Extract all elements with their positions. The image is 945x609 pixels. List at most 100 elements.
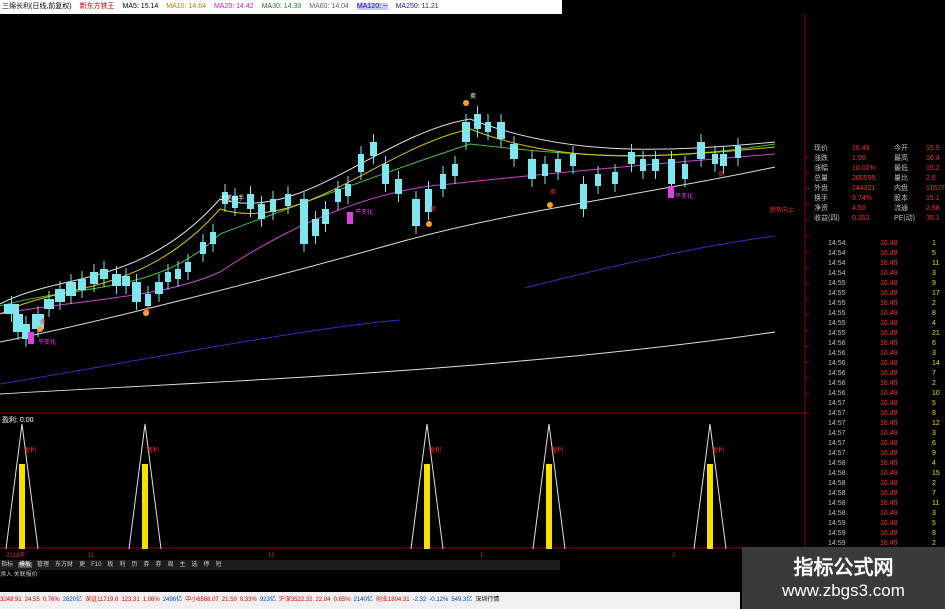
ma-legend-bar: 三绵长利(日线,前复权) 新东方铁王 MA5: 15.14 MA10: 14.6… (0, 0, 562, 14)
tick-cell: 3 (932, 430, 936, 437)
bottom-tab[interactable]: 利 (118, 562, 126, 568)
tick-cell: 16.49 (880, 470, 898, 477)
quote-cell: 外盘 (814, 185, 828, 192)
quote-cell: 15.9 (926, 145, 940, 152)
tick-row: 14:55 16.49 9 (810, 279, 945, 289)
bottom-tab[interactable]: 选 (191, 562, 199, 568)
quote-cell: 11627 (926, 185, 945, 192)
tick-row: 14:55 16.49 2 (810, 299, 945, 309)
candle-body (322, 209, 329, 224)
tick-cell: 14:54 (828, 260, 846, 267)
kline-chart[interactable]: 大笔出手平变化平变化平变化卖卖卖卖卖卖趋势向上 14.5014.0013.751… (0, 14, 810, 560)
candle-body (78, 279, 86, 290)
date-axis-label: 1 (480, 553, 484, 559)
status-item: -0.12% (429, 597, 449, 603)
bottom-tab[interactable]: 历 (130, 562, 138, 568)
chart-signal-label: 大笔出手 (220, 194, 244, 202)
bottom-tab[interactable]: 板 (106, 562, 114, 568)
signal-markers: 大笔出手平变化平变化平变化卖卖卖卖卖卖趋势向上 (28, 93, 794, 346)
bottom-tab[interactable]: F10 (90, 562, 102, 568)
status-item: 深圳行情 (475, 597, 500, 603)
candle-body (210, 232, 216, 244)
tick-cell: 16.49 (880, 410, 898, 417)
tick-cell: 6 (932, 340, 936, 347)
candle-body (682, 164, 688, 179)
indicator-name[interactable]: 新东方铁王 (80, 3, 115, 10)
ma-long-line (0, 331, 776, 395)
tick-cell: 16.49 (880, 520, 898, 527)
candle-body (652, 159, 659, 171)
candle-body (165, 272, 171, 282)
add-row[interactable]: 添入 关联报价 (0, 570, 560, 580)
candle-body (312, 219, 319, 236)
tick-row: 14:57 16.49 6 (810, 439, 945, 449)
candle-body (258, 204, 265, 219)
candle-body (66, 282, 76, 296)
status-item: 2140亿 (353, 597, 373, 603)
tick-row: 14:58 16.49 7 (810, 489, 945, 499)
quote-row: 换手 9.74% 股本 15.1 (810, 194, 945, 204)
tick-row: 14:57 16.49 12 (810, 419, 945, 429)
quote-cell: 流通 (894, 205, 908, 212)
tick-cell: 14:58 (828, 510, 846, 517)
tick-cell: 14 (932, 360, 940, 367)
tick-cell: 14:57 (828, 440, 846, 447)
candle-body (185, 262, 191, 272)
candle-body (247, 194, 254, 209)
date-axis-label: 12 (268, 553, 275, 559)
tick-row: 14:54 16.49 11 (810, 259, 945, 269)
tick-cell: 14:58 (828, 490, 846, 497)
tick-cell: 7 (932, 370, 936, 377)
tick-cell: 3 (932, 350, 936, 357)
bottom-tab[interactable]: 指标 (0, 562, 14, 568)
tick-cell: 5 (932, 250, 936, 257)
date-axis-label: 2018年 (6, 551, 25, 559)
quote-cell: 最高 (894, 155, 908, 162)
signal-dot (426, 221, 432, 227)
tick-cell: 14:54 (828, 270, 846, 277)
quote-cell: 10.01% (852, 165, 876, 172)
stock-name[interactable]: 三绵长利(日线,前复权) (2, 3, 72, 10)
bottom-tab[interactable]: 东方财 (54, 562, 74, 568)
tick-cell: 14:56 (828, 350, 846, 357)
candle-body (395, 179, 402, 194)
quote-cell: 35.1 (926, 215, 940, 222)
tick-cell: 14:55 (828, 290, 846, 297)
indicator-peak-label: 盈利 (429, 446, 441, 454)
tick-cell: 7 (932, 490, 936, 497)
candle-body (440, 174, 446, 189)
tick-cell: 3 (932, 270, 936, 277)
status-item: 中小6568.07 (185, 597, 219, 603)
bottom-tab[interactable]: 券 (154, 562, 162, 568)
tick-cell: 14:56 (828, 340, 846, 347)
tick-cell: 14:57 (828, 400, 846, 407)
candle-body (370, 142, 377, 156)
watermark-logo: 指标公式网 www.zbgs3.com (742, 547, 945, 609)
bottom-tab[interactable]: 周 (167, 562, 175, 568)
indicator-peak-bar (142, 464, 148, 549)
chart-signal-label: 卖 (430, 206, 436, 213)
quote-cell: 最低 (894, 165, 908, 172)
tick-cell: 14:59 (828, 520, 846, 527)
tick-cell: 16.49 (880, 300, 898, 307)
bottom-tab[interactable]: 券 (142, 562, 150, 568)
candle-body (612, 172, 618, 184)
quote-cell: 16.49 (852, 145, 870, 152)
bottom-tab[interactable]: 停 (203, 562, 211, 568)
bottom-tab[interactable]: 更 (78, 562, 86, 568)
signal-dot (547, 202, 553, 208)
tick-cell: 16.49 (880, 480, 898, 487)
bottom-tab-bar: 指标 模板 管理 东方财更 F10 板利历券券周主选停短 (0, 560, 560, 570)
tick-cell: 5 (932, 520, 936, 527)
candle-body (112, 274, 121, 286)
bottom-tab[interactable]: 主 (179, 562, 187, 568)
bottom-tab[interactable]: 模板 (18, 562, 33, 568)
quote-cell: PE(动) (894, 215, 915, 222)
quote-cell: 260595 (852, 175, 876, 182)
bottom-tab[interactable]: 短 (215, 562, 223, 568)
candle-body (335, 189, 341, 202)
bottom-tab[interactable]: 管理 (36, 562, 50, 568)
tick-cell: 10 (932, 390, 940, 397)
candle-body (90, 272, 98, 284)
quote-panel: 现价 16.49 今开 15.9 涨跌 1.50 最高 16.4 涨幅 10.01% 最低 15.2 总… (810, 144, 945, 580)
